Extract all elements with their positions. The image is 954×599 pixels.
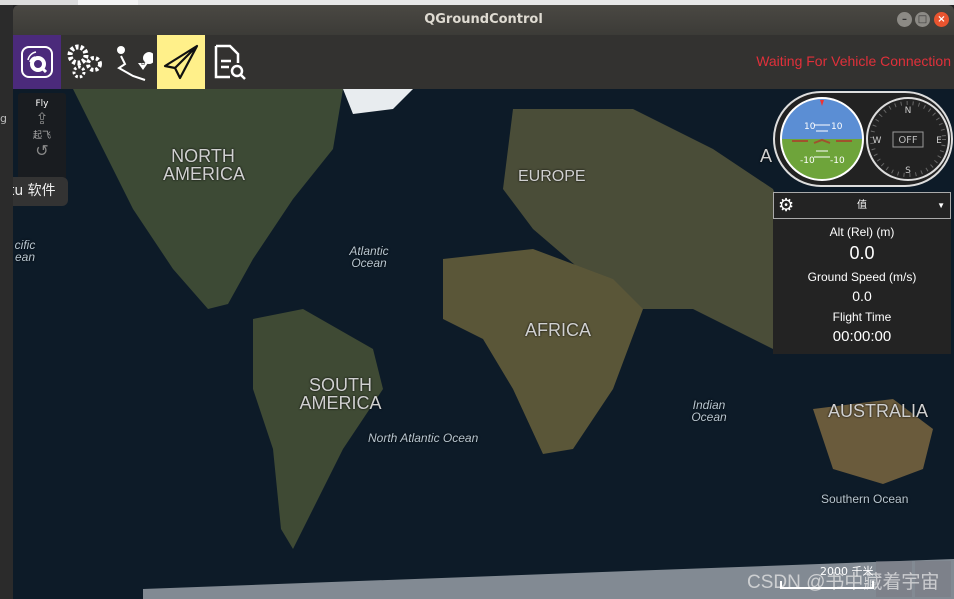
- close-button[interactable]: ×: [934, 12, 949, 27]
- fly-title: Fly: [35, 99, 49, 109]
- label-indian: Indian Ocean: [691, 398, 727, 424]
- instrument-widget: 10 10 -10 -10 N S E W OFF: [773, 91, 953, 187]
- values-header-label: 值: [857, 200, 867, 211]
- map-view[interactable]: NORTH AMERICA EUROPE A AFRICA SOUTH AMER…: [13, 89, 954, 599]
- speed-value: 0.0: [852, 288, 872, 304]
- plan-route-icon: B: [117, 46, 153, 81]
- label-south-america: SOUTH AMERICA: [299, 375, 382, 413]
- alt-label: Alt (Rel) (m): [829, 225, 895, 239]
- values-panel: ⚙ 值 ▼ Alt (Rel) (m) 0.0 Ground Speed (m/…: [773, 192, 951, 354]
- svg-text:B: B: [141, 60, 145, 67]
- compass-e: E: [936, 136, 942, 146]
- alt-value: 0.0: [849, 243, 875, 263]
- plan-view-button[interactable]: B: [109, 35, 157, 89]
- label-africa: AFRICA: [525, 320, 592, 340]
- paper-plane-icon: [163, 44, 199, 80]
- dropdown-arrow-icon[interactable]: ▼: [937, 193, 945, 218]
- minimize-button[interactable]: –: [897, 12, 912, 27]
- pitch-up-left: 10: [804, 122, 816, 132]
- gears-icon: [67, 44, 102, 79]
- analyze-view-button[interactable]: [205, 35, 253, 89]
- label-australia: AUSTRALIA: [828, 401, 929, 421]
- pitch-down-right: -10: [830, 156, 845, 166]
- label-north-atlantic: North Atlantic Ocean: [368, 431, 479, 445]
- connection-status: Waiting For Vehicle Connection: [756, 53, 951, 69]
- window-title: QGroundControl: [424, 12, 543, 27]
- left-edge-text: g: [0, 112, 7, 125]
- title-bar: QGroundControl – □ ×: [13, 5, 954, 35]
- app-window: QGroundControl – □ × B Waiting For Vehic…: [13, 5, 954, 599]
- label-asia: A: [760, 146, 773, 166]
- maximize-button[interactable]: □: [915, 12, 930, 27]
- scale-bar: [780, 581, 874, 589]
- values-panel-header[interactable]: ⚙ 值 ▼: [773, 192, 951, 219]
- fly-view-button[interactable]: [157, 35, 205, 89]
- takeoff-icon[interactable]: ⇪: [18, 109, 66, 128]
- compass: N S E W OFF: [866, 97, 950, 181]
- map-scale: 2000 千米: [780, 563, 874, 589]
- label-pacific: cific ean: [14, 238, 36, 264]
- attitude-indicator: 10 10 -10 -10: [780, 97, 864, 181]
- document-search-icon: [214, 44, 246, 80]
- compass-w: W: [873, 136, 882, 146]
- label-north-america: NORTH AMERICA: [163, 146, 246, 184]
- flight-time-label: Flight Time: [832, 310, 892, 324]
- fly-tool-strip: Fly ⇪ 起飞 ↺: [18, 93, 66, 183]
- flight-time-value: 00:00:00: [832, 328, 892, 345]
- qgc-logo-button[interactable]: [13, 35, 61, 89]
- launcher-tooltip: ntu 软件: [13, 177, 68, 206]
- label-europe: EUROPE: [518, 168, 586, 185]
- pitch-down-left: -10: [800, 156, 815, 166]
- return-icon[interactable]: ↺: [18, 141, 66, 160]
- gear-icon[interactable]: ⚙: [778, 193, 794, 218]
- compass-s: S: [905, 166, 911, 176]
- compass-n: N: [905, 106, 912, 116]
- takeoff-label: 起飞: [32, 131, 51, 141]
- speed-label: Ground Speed (m/s): [807, 270, 917, 284]
- qgc-logo-icon: [21, 46, 53, 78]
- compass-state: OFF: [898, 135, 918, 146]
- scale-label: 2000 千米: [820, 565, 874, 578]
- pitch-up-right: 10: [831, 122, 843, 132]
- vehicle-setup-button[interactable]: [61, 35, 109, 89]
- label-atlantic: Atlantic Ocean: [349, 244, 389, 270]
- main-toolbar: B Waiting For Vehicle Connection: [13, 35, 954, 89]
- label-southern: Southern Ocean: [821, 492, 909, 506]
